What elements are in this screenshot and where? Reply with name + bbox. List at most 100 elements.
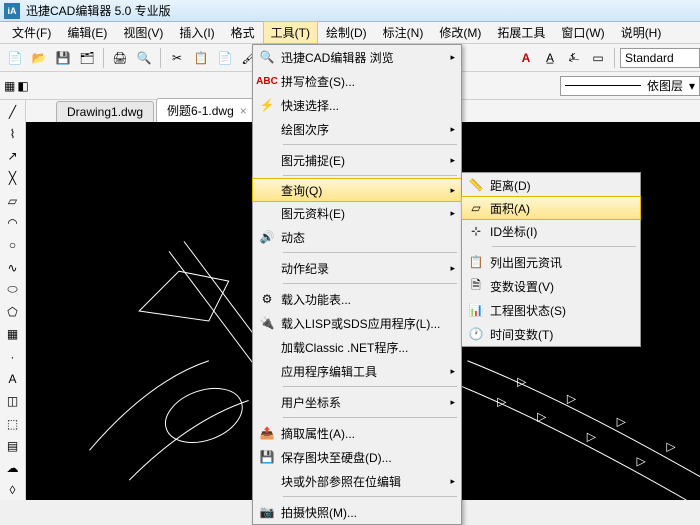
svg-text:▷: ▷ xyxy=(537,409,547,423)
browse-icon: 🔍 xyxy=(253,50,281,64)
spline-tool-icon[interactable]: ∿ xyxy=(3,258,23,277)
ellipse-tool-icon[interactable]: ⬭ xyxy=(3,280,23,299)
paste-icon[interactable]: 📄 xyxy=(214,47,236,69)
text-tool-icon[interactable]: A xyxy=(3,369,23,388)
region-tool-icon[interactable]: ⬚ xyxy=(3,414,23,433)
query-id[interactable]: ⊹ID坐标(I) xyxy=(462,219,640,243)
saveall-icon[interactable]: 🗂 xyxy=(76,47,98,69)
menu-bar: 文件(F) 编辑(E) 视图(V) 插入(I) 格式 工具(T) 绘制(D) 标… xyxy=(0,22,700,44)
query-area[interactable]: ▱面积(A) xyxy=(461,196,641,220)
color-icon[interactable]: ◧ xyxy=(17,79,28,93)
vars-icon: 🗎 xyxy=(462,276,490,297)
save-icon[interactable]: 💾 xyxy=(52,47,74,69)
menu-window[interactable]: 窗口(W) xyxy=(553,21,612,44)
copy-icon[interactable]: 📋 xyxy=(190,47,212,69)
tools-apptools[interactable]: 应用程序编辑工具▸ xyxy=(253,359,461,383)
svg-text:▷: ▷ xyxy=(617,414,627,428)
clock-icon: 🕐 xyxy=(462,327,490,341)
tools-spell[interactable]: ABC拼写检查(S)... xyxy=(253,69,461,93)
tools-action[interactable]: 动作纪录▸ xyxy=(253,256,461,280)
line-tool-icon[interactable]: ╱ xyxy=(3,102,23,121)
menu-format[interactable]: 格式 xyxy=(223,21,263,44)
svg-text:▷: ▷ xyxy=(567,392,577,406)
circle-tool-icon[interactable]: ○ xyxy=(3,236,23,255)
new-icon[interactable]: 📄 xyxy=(4,47,26,69)
ray-tool-icon[interactable]: ↗ xyxy=(3,147,23,166)
menu-extend[interactable]: 拓展工具 xyxy=(489,21,553,44)
close-tab-icon[interactable]: × xyxy=(240,104,247,118)
tab-drawing1[interactable]: Drawing1.dwg xyxy=(56,101,154,122)
menu-insert[interactable]: 插入(I) xyxy=(171,21,222,44)
arc-tool-icon[interactable]: ◠ xyxy=(3,213,23,232)
area-icon: ▱ xyxy=(462,201,490,215)
tools-loadfn[interactable]: ⚙载入功能表... xyxy=(253,287,461,311)
tools-props[interactable]: 图元资料(E)▸ xyxy=(253,201,461,225)
coord-icon: ⊹ xyxy=(462,224,490,238)
tools-dropdown: 🔍迅捷CAD编辑器 浏览▸ ABC拼写检查(S)... ⚡快速选择... 绘图次… xyxy=(252,44,462,525)
svg-text:▷: ▷ xyxy=(517,375,527,389)
query-distance[interactable]: 📏距离(D) xyxy=(462,173,640,197)
quick-icon: ⚡ xyxy=(253,98,281,112)
spell-icon: ABC xyxy=(253,76,281,87)
text-d-icon[interactable]: ▭ xyxy=(587,47,609,69)
tools-query[interactable]: 查询(Q)▸ xyxy=(252,178,462,202)
svg-text:▷: ▷ xyxy=(666,439,676,453)
text-c-icon[interactable]: ⍼ xyxy=(563,47,585,69)
rect-tool-icon[interactable]: ▱ xyxy=(3,191,23,210)
tools-loadlisp[interactable]: 🔌载入LISP或SDS应用程序(L)... xyxy=(253,311,461,335)
tools-snapshot[interactable]: 📷拍摄快照(M)... xyxy=(253,500,461,524)
svg-text:▷: ▷ xyxy=(587,429,597,443)
tools-order[interactable]: 绘图次序▸ xyxy=(253,117,461,141)
tools-blockref[interactable]: 块或外部参照在位编辑▸ xyxy=(253,469,461,493)
query-time[interactable]: 🕐时间变数(T) xyxy=(462,322,640,346)
gear-icon: ⚙ xyxy=(253,292,281,306)
title-bar: iA 迅捷CAD编辑器 5.0 专业版 xyxy=(0,0,700,22)
table-tool-icon[interactable]: ▤ xyxy=(3,436,23,455)
menu-view[interactable]: 视图(V) xyxy=(115,21,171,44)
tools-quick[interactable]: ⚡快速选择... xyxy=(253,93,461,117)
menu-tools[interactable]: 工具(T) xyxy=(263,21,318,44)
block-tool-icon[interactable]: ◫ xyxy=(3,392,23,411)
tools-dynamic[interactable]: 🔊动态 xyxy=(253,225,461,249)
extract-icon: 📤 xyxy=(253,426,281,440)
tools-loadnet[interactable]: 加载Classic .NET程序... xyxy=(253,335,461,359)
text-a-icon[interactable]: A xyxy=(515,47,537,69)
print-icon[interactable]: 🖨 xyxy=(109,47,131,69)
hatch-tool-icon[interactable]: ▦ xyxy=(3,325,23,344)
tools-browse[interactable]: 🔍迅捷CAD编辑器 浏览▸ xyxy=(253,45,461,69)
text-b-icon[interactable]: A̲ xyxy=(539,47,561,69)
query-dropdown: 📏距离(D) ▱面积(A) ⊹ID坐标(I) 📋列出图元资讯 🗎变数设置(V) … xyxy=(461,172,641,347)
cloud-tool-icon[interactable]: ☁ xyxy=(3,459,23,478)
menu-edit[interactable]: 编辑(E) xyxy=(59,21,115,44)
wipeout-tool-icon[interactable]: ◊ xyxy=(3,481,23,500)
menu-draw[interactable]: 绘制(D) xyxy=(318,21,375,44)
tools-extract[interactable]: 📤摘取属性(A)... xyxy=(253,421,461,445)
menu-help[interactable]: 说明(H) xyxy=(613,21,670,44)
menu-modify[interactable]: 修改(M) xyxy=(431,21,489,44)
query-vars[interactable]: 🗎变数设置(V) xyxy=(462,274,640,298)
linetype-label: 依图层 xyxy=(647,77,683,94)
svg-text:▷: ▷ xyxy=(637,454,647,468)
polygon-tool-icon[interactable]: ⬠ xyxy=(3,303,23,322)
point-tool-icon[interactable]: · xyxy=(3,347,23,366)
plugin-icon: 🔌 xyxy=(253,316,281,330)
query-list[interactable]: 📋列出图元资讯 xyxy=(462,250,640,274)
text-style-select[interactable]: Standard xyxy=(620,48,700,68)
query-status[interactable]: 📊工程图状态(S) xyxy=(462,298,640,322)
tools-ucs[interactable]: 用户坐标系▸ xyxy=(253,390,461,414)
tab-example[interactable]: 例题6-1.dwg× xyxy=(156,98,258,122)
status-icon: 📊 xyxy=(462,303,490,317)
linetype-select[interactable]: 依图层 ▾ xyxy=(560,76,700,96)
pline-tool-icon[interactable]: ⌇ xyxy=(3,124,23,143)
menu-annotate[interactable]: 标注(N) xyxy=(375,21,432,44)
layer-icon[interactable]: ▦ xyxy=(4,79,15,93)
tools-snap[interactable]: 图元捕捉(E)▸ xyxy=(253,148,461,172)
open-icon[interactable]: 📂 xyxy=(28,47,50,69)
preview-icon[interactable]: 🔍 xyxy=(133,47,155,69)
line-sample-icon xyxy=(565,85,641,86)
cut-icon[interactable]: ✂ xyxy=(166,47,188,69)
tools-saveblock[interactable]: 💾保存图块至硬盘(D)... xyxy=(253,445,461,469)
xline-tool-icon[interactable]: ╳ xyxy=(3,169,23,188)
window-title: 迅捷CAD编辑器 5.0 专业版 xyxy=(26,2,171,19)
menu-file[interactable]: 文件(F) xyxy=(4,21,59,44)
